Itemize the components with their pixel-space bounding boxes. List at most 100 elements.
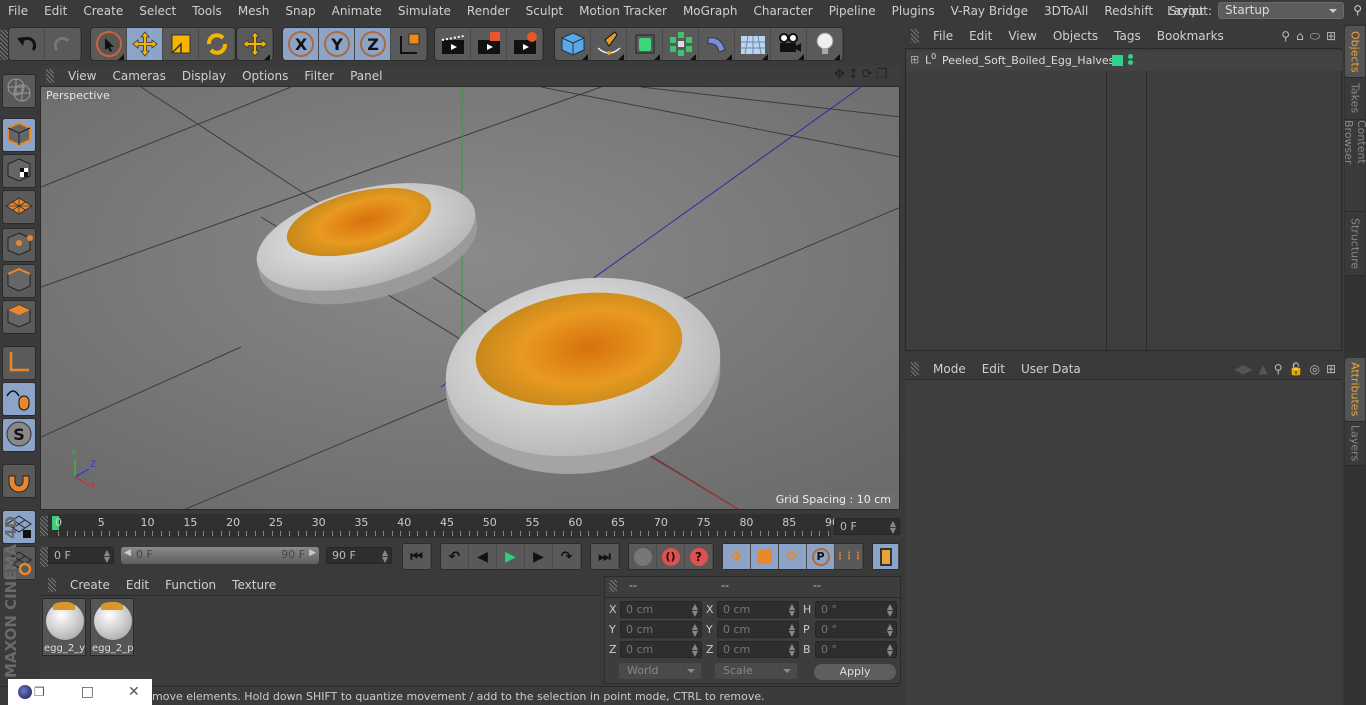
end-frame-field[interactable]: 90 F ▲ ▼ (326, 547, 392, 564)
render-picture-viewer-button[interactable] (471, 28, 507, 60)
menu-character[interactable]: Character (745, 4, 820, 18)
attribute-manager-grip[interactable] (911, 361, 919, 376)
current-frame-field[interactable]: 0 F ▲ ▼ (834, 518, 900, 535)
menu-motion-tracker[interactable]: Motion Tracker (571, 4, 675, 18)
coordinate-space-select[interactable]: World (619, 663, 701, 679)
model-mode-button[interactable] (2, 118, 36, 152)
scale-tool-button[interactable] (163, 28, 199, 60)
attribute-menu-edit[interactable]: Edit (974, 362, 1013, 376)
menu-snap[interactable]: Snap (277, 4, 323, 18)
search-icon[interactable]: ⚲ (1353, 3, 1362, 17)
record-keys-button[interactable] (629, 544, 657, 569)
undo-button[interactable] (9, 28, 45, 60)
pos-z-field[interactable]: 0 cm ▲ ▼ (620, 641, 702, 658)
key-pla-button[interactable]: ⋮⋮⋮ (835, 544, 863, 569)
menu-sculpt[interactable]: Sculpt (518, 4, 571, 18)
menu-create[interactable]: Create (75, 4, 131, 18)
snap-button[interactable] (2, 464, 36, 498)
search-icon[interactable]: ⚲ (1281, 29, 1290, 44)
lock-icon[interactable]: 🔓 (1289, 362, 1304, 376)
keyframe-selection-button[interactable]: ? (685, 544, 713, 569)
object-menu-bookmarks[interactable]: Bookmarks (1149, 29, 1232, 43)
spinner-icon[interactable]: ▲ ▼ (789, 623, 795, 638)
timeline-ruler[interactable]: 0 5 10 15 20 25 30 35 40 45 50 55 60 65 70 75 80 85 90 (48, 514, 839, 538)
material-menu-create[interactable]: Create (62, 578, 118, 592)
tweak-mode-button[interactable] (2, 382, 36, 416)
viewport-menu-display[interactable]: Display (174, 69, 234, 83)
render-view-button[interactable] (435, 28, 471, 60)
solo-button[interactable]: S (2, 418, 36, 452)
move-tool-button[interactable] (127, 28, 163, 60)
menu-3dtoall[interactable]: 3DToAll (1036, 4, 1096, 18)
menu-edit[interactable]: Edit (36, 4, 75, 18)
orbit-icon[interactable]: ⟳ (862, 67, 873, 82)
rot-b-field[interactable]: 0 ° ▲ ▼ (815, 641, 897, 658)
pos-y-field[interactable]: 0 cm ▲ ▼ (620, 621, 702, 638)
y-axis-button[interactable]: Y (319, 28, 355, 60)
range-left-arrow-icon[interactable]: ◀ (124, 548, 131, 558)
back-arrow-icon[interactable]: ◀▶ (1234, 362, 1252, 376)
light-button[interactable] (807, 28, 843, 60)
viewport-3d[interactable]: Y Z X Perspective Grid Spacing : 10 cm (40, 86, 900, 510)
toolbar-grip[interactable] (0, 30, 8, 60)
size-y-field[interactable]: 0 cm ▲ ▼ (717, 621, 799, 638)
menu-simulate[interactable]: Simulate (390, 4, 459, 18)
key-parameter-button[interactable]: P (807, 544, 835, 569)
edges-mode-button[interactable] (2, 264, 36, 298)
key-scale-button[interactable] (751, 544, 779, 569)
z-axis-button[interactable]: Z (355, 28, 391, 60)
camera-label[interactable]: Perspective (43, 89, 113, 102)
go-to-end-button[interactable]: ⏭ (591, 544, 619, 569)
live-selection-button[interactable] (91, 28, 127, 60)
redo-button[interactable] (45, 28, 81, 60)
apply-button[interactable]: Apply (814, 664, 896, 680)
workplane-mode-button[interactable] (2, 190, 36, 224)
close-icon[interactable]: ✕ (128, 684, 140, 700)
coordinate-mode-select[interactable]: Scale (715, 663, 797, 679)
object-menu-tags[interactable]: Tags (1106, 29, 1149, 43)
up-arrow-icon[interactable]: ▲ (1258, 362, 1267, 376)
texture-mode-button[interactable] (2, 154, 36, 188)
spinner-icon[interactable]: ▲ ▼ (887, 603, 893, 618)
coordinate-system-button[interactable] (391, 28, 427, 60)
start-frame-field[interactable]: 0 F ▲ ▼ (48, 547, 114, 564)
viewport-menu-view[interactable]: View (60, 69, 104, 83)
render-settings-button[interactable] (507, 28, 543, 60)
spinner-icon[interactable]: ▲ ▼ (692, 643, 698, 658)
range-right-arrow-icon[interactable]: ▶ (309, 548, 316, 558)
menu-mesh[interactable]: Mesh (230, 4, 278, 18)
menu-animate[interactable]: Animate (324, 4, 390, 18)
expand-icon[interactable]: ⊞ (910, 53, 919, 66)
key-position-button[interactable]: ✥ (723, 544, 751, 569)
maximize-view-icon[interactable]: ❐ (876, 67, 888, 82)
layer-color-swatch[interactable] (1112, 55, 1123, 66)
filter-icon[interactable]: ⬭ (1310, 29, 1320, 44)
rot-h-field[interactable]: 0 ° ▲ ▼ (815, 601, 897, 618)
cube-button[interactable] (555, 28, 591, 60)
target-icon[interactable]: ◎ (1309, 362, 1319, 376)
menu-select[interactable]: Select (131, 4, 184, 18)
bend-deformer-button[interactable] (699, 28, 735, 60)
material-menu-texture[interactable]: Texture (224, 578, 284, 592)
zoom-dolly-icon[interactable]: ↕ (848, 67, 859, 82)
viewport-menu-options[interactable]: Options (234, 69, 296, 83)
tab-content-browser[interactable]: Content Browser (1342, 120, 1366, 212)
step-back-button[interactable]: ◀ (469, 544, 497, 569)
material-grip[interactable] (48, 578, 56, 592)
material-item[interactable]: egg_2_p (90, 598, 134, 656)
menu-render[interactable]: Render (459, 4, 518, 18)
pen-button[interactable] (591, 28, 627, 60)
new-panel-icon[interactable]: ⊞ (1326, 29, 1336, 44)
next-key-button[interactable]: ↷ (553, 544, 581, 569)
spinner-icon[interactable]: ▲ ▼ (887, 643, 893, 658)
cloner-button[interactable] (663, 28, 699, 60)
spinner-icon[interactable]: ▲ ▼ (104, 549, 110, 564)
key-rotation-button[interactable]: ⟳ (779, 544, 807, 569)
x-axis-button[interactable]: X (283, 28, 319, 60)
layout-select[interactable]: Startup (1218, 2, 1344, 19)
last-tool-button[interactable] (237, 28, 273, 60)
menu-tools[interactable]: Tools (184, 4, 230, 18)
rotate-tool-button[interactable] (199, 28, 235, 60)
spinner-icon[interactable]: ▲ ▼ (789, 643, 795, 658)
axis-mode-button[interactable] (2, 346, 36, 380)
